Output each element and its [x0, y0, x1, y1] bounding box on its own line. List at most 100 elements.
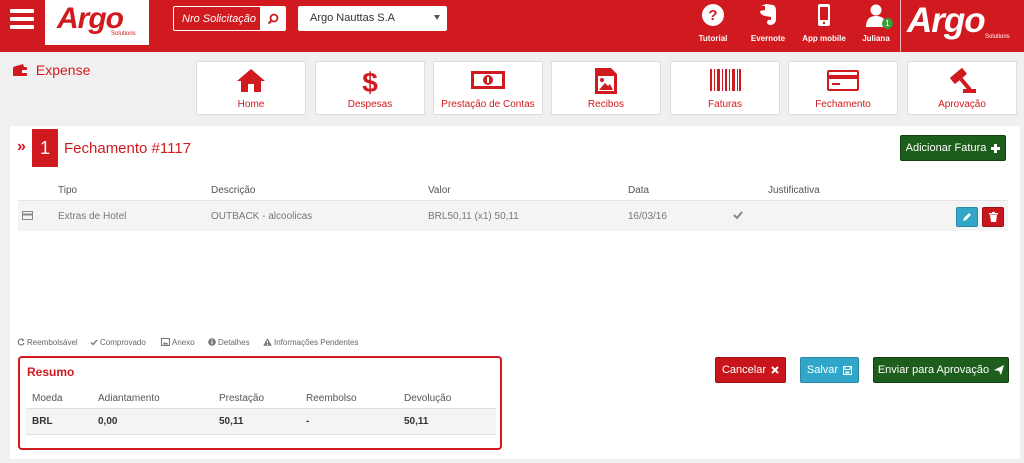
- nav-fechamento-label: Fechamento: [815, 99, 871, 110]
- app-mobile-link[interactable]: App mobile: [800, 3, 848, 43]
- column-header-data: Data: [628, 185, 650, 196]
- legend-anexo: Anexo: [161, 338, 195, 347]
- argo-brand-right: Argo Solutions: [900, 0, 1024, 52]
- hamburger-menu-icon[interactable]: [10, 9, 34, 31]
- nav-despesas[interactable]: $ Despesas: [315, 61, 425, 115]
- company-select-value: Argo Nauttas S.A: [310, 12, 395, 24]
- request-number-input[interactable]: [174, 7, 261, 30]
- nav-aprovacao[interactable]: Aprovação: [907, 61, 1017, 115]
- cancel-button[interactable]: Cancelar: [715, 357, 786, 383]
- brand-right-text: Argo: [907, 1, 986, 40]
- summary-title: Resumo: [27, 365, 75, 379]
- panel-title: Fechamento #1117: [64, 140, 192, 157]
- nav-prestacao-label: Prestação de Contas: [441, 99, 535, 110]
- dollar-icon: $: [362, 67, 378, 95]
- nav-home[interactable]: Home: [196, 61, 306, 115]
- legend-detalhes-label: Detalhes: [218, 338, 250, 347]
- summary-header-adiantamento: Adiantamento: [98, 393, 160, 404]
- legend-reembolsavel: Reembolsável: [17, 338, 78, 347]
- cell-descricao: OUTBACK - alcoolicas: [211, 211, 313, 222]
- module-title: Expense: [12, 62, 90, 78]
- trash-icon: [988, 212, 998, 222]
- legend-informacoes-pendentes: Informações Pendentes: [263, 338, 359, 347]
- company-select[interactable]: Argo Nauttas S.A: [298, 6, 447, 31]
- edit-button[interactable]: [956, 207, 978, 227]
- table-row[interactable]: Extras de Hotel OUTBACK - alcoolicas BRL…: [18, 201, 1008, 231]
- summary-prestacao: 50,11: [219, 416, 244, 427]
- notification-badge: 1: [882, 18, 893, 29]
- paper-plane-icon: [994, 365, 1005, 375]
- legend-anexo-label: Anexo: [172, 338, 195, 347]
- nav-faturas[interactable]: Faturas: [670, 61, 780, 115]
- save-label: Salvar: [806, 364, 839, 376]
- summary-header-prestacao: Prestação: [219, 393, 265, 404]
- plus-icon: [991, 143, 1001, 153]
- user-menu[interactable]: 1 Juliana: [860, 3, 893, 43]
- summary-row: BRL 0,00 50,11 - 50,11: [26, 409, 496, 435]
- delete-button[interactable]: [982, 207, 1004, 227]
- step-number: 1: [32, 129, 58, 167]
- closing-panel: » 1 Fechamento #1117 Adicionar Fatura Ti…: [10, 126, 1020, 459]
- cell-tipo: Extras de Hotel: [58, 211, 127, 222]
- floppy-disk-icon: [843, 365, 853, 375]
- request-search: [173, 6, 286, 31]
- close-icon: [771, 366, 779, 374]
- svg-text:?: ?: [708, 7, 717, 24]
- legend-informacoes-pendentes-label: Informações Pendentes: [274, 338, 359, 347]
- pencil-icon: [963, 213, 971, 221]
- legend-detalhes: Detalhes: [208, 338, 250, 347]
- info-circle-icon: [208, 338, 216, 346]
- mobile-phone-icon: [818, 4, 830, 26]
- cancel-label: Cancelar: [721, 364, 767, 376]
- chevron-down-icon: [434, 15, 440, 20]
- cell-valor: BRL50,11 (x1) 50,11: [428, 211, 519, 222]
- gavel-icon: [950, 68, 976, 93]
- nav-home-label: Home: [237, 99, 265, 110]
- summary-header-reembolso: Reembolso: [306, 393, 357, 404]
- tutorial-label: Tutorial: [698, 34, 728, 43]
- summary-header-devolucao: Devolução: [404, 393, 452, 404]
- send-for-approval-button[interactable]: Enviar para Aprovação: [873, 357, 1009, 383]
- add-invoice-label: Adicionar Fatura: [905, 142, 987, 154]
- summary-reembolso: -: [306, 416, 310, 427]
- home-icon: [237, 69, 265, 92]
- summary-box: Resumo Moeda Adiantamento Prestação Reem…: [18, 356, 502, 450]
- credit-card-icon: [22, 211, 33, 220]
- search-button[interactable]: [260, 7, 285, 30]
- argo-logo[interactable]: Argo Solutions: [45, 0, 149, 45]
- tutorial-link[interactable]: ? Tutorial: [695, 3, 731, 43]
- search-icon: [267, 13, 278, 24]
- wallet-icon: [13, 64, 27, 76]
- question-circle-icon: ?: [702, 4, 724, 26]
- nav-prestacao-de-contas[interactable]: Prestação de Contas: [433, 61, 543, 115]
- nav-recibos-label: Recibos: [587, 99, 625, 110]
- add-invoice-button[interactable]: Adicionar Fatura: [900, 135, 1006, 161]
- user-name: Juliana: [862, 34, 890, 43]
- nav-fechamento[interactable]: Fechamento: [788, 61, 898, 115]
- legend-comprovado-label: Comprovado: [100, 338, 146, 347]
- nav-aprovacao-label: Aprovação: [938, 99, 986, 110]
- logo-subtext: Solutions: [111, 31, 136, 37]
- legend-reembolsavel-label: Reembolsável: [27, 338, 78, 347]
- check-icon: [733, 211, 743, 219]
- save-button[interactable]: Salvar: [800, 357, 859, 383]
- image-icon: [161, 338, 170, 346]
- brand-right-subtext: Solutions: [985, 34, 1010, 40]
- legend-comprovado: Comprovado: [90, 338, 146, 347]
- cell-data: 16/03/16: [628, 211, 667, 222]
- credit-card-icon: [827, 70, 859, 91]
- refresh-icon: [17, 338, 25, 346]
- send-for-approval-label: Enviar para Aprovação: [877, 364, 990, 376]
- nav-despesas-label: Despesas: [347, 99, 393, 110]
- column-header-valor: Valor: [428, 185, 451, 196]
- evernote-link[interactable]: Evernote: [748, 3, 788, 43]
- barcode-icon: [710, 69, 741, 91]
- top-navbar: Argo Solutions Argo Nauttas S.A ? Tutori…: [0, 0, 1024, 52]
- svg-text:$: $: [362, 67, 378, 95]
- image-icon: [595, 68, 617, 94]
- nav-faturas-label: Faturas: [708, 99, 742, 110]
- money-bill-icon: [471, 71, 505, 89]
- summary-header-moeda: Moeda: [32, 393, 63, 404]
- nav-recibos[interactable]: Recibos: [551, 61, 661, 115]
- chevron-right-icon: »: [17, 138, 26, 155]
